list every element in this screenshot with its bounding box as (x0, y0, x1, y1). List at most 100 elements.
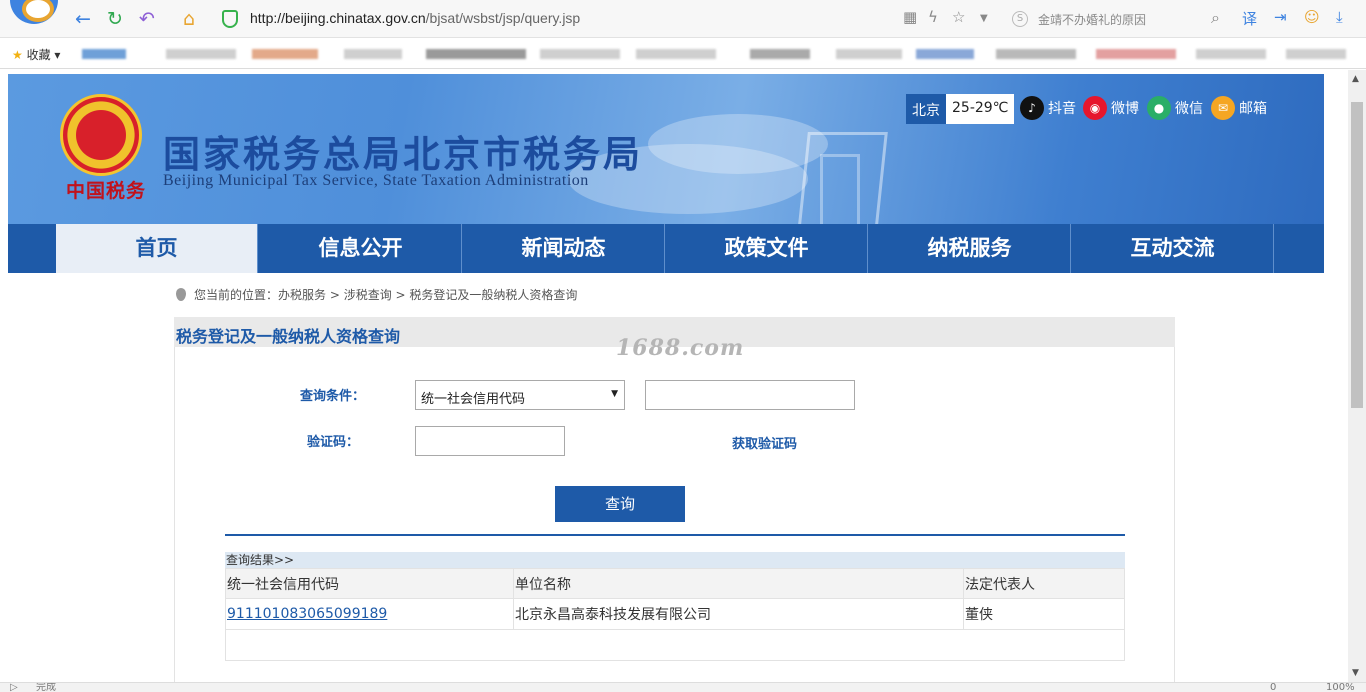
social-weibo-label: 微博 (1111, 101, 1139, 117)
status-text: 完成 (36, 682, 56, 692)
nav-item-info-public[interactable]: 信息公开 (260, 224, 462, 273)
status-bar: ▷ 完成 0 100% (0, 682, 1366, 692)
nav-item-policy[interactable]: 政策文件 (666, 224, 868, 273)
cell-company-name: 北京永昌高泰科技发展有限公司 (513, 598, 964, 630)
browser-logo-icon[interactable] (10, 0, 58, 24)
bookmark-item[interactable] (1096, 49, 1176, 59)
vertical-scrollbar[interactable]: ▲ ▼ (1348, 70, 1366, 682)
column-header: 法定代表人 (963, 568, 1125, 599)
breadcrumb-link[interactable]: 涉税查询 (344, 288, 392, 302)
address-bar[interactable]: http://beijing.chinatax.gov.cn/bjsat/wsb… (212, 8, 1002, 30)
cell-credit-code: 911101083065099189 (225, 598, 514, 630)
favorites-button[interactable]: ★ 收藏 ▾ (12, 46, 60, 63)
bookmark-item[interactable] (82, 49, 126, 59)
scroll-thumb[interactable] (1351, 102, 1363, 408)
condition-select[interactable]: 统一社会信用代码 ▼ (415, 380, 625, 410)
result-table: 统一社会信用代码 单位名称 法定代表人 911101083065099189 北… (225, 568, 1125, 661)
column-header: 统一社会信用代码 (225, 568, 514, 599)
condition-value-input[interactable] (645, 380, 855, 410)
undo-icon[interactable]: ↶ (136, 8, 158, 30)
secure-shield-icon (222, 10, 238, 28)
condition-select-value: 统一社会信用代码 (421, 392, 526, 407)
watermark: 1688.com (616, 335, 745, 361)
nav-item-tax-service[interactable]: 纳税服务 (869, 224, 1071, 273)
empty-cell (225, 629, 1125, 661)
bookmark-item[interactable] (836, 49, 902, 59)
emblem-text: 中国税务 (66, 180, 147, 202)
search-engine-icon: S (1012, 11, 1028, 27)
translate-icon[interactable]: 译 (1242, 8, 1257, 29)
bookmark-item[interactable] (426, 49, 526, 59)
breadcrumb: 您当前的位置：办税服务 > 涉税查询 > 税务登记及一般纳税人资格查询 (176, 286, 577, 303)
query-button[interactable]: 查询 (555, 486, 685, 522)
weather-widget: 北京 25-29℃ (906, 94, 1015, 124)
captcha-input[interactable] (415, 426, 565, 456)
bookmark-item[interactable] (750, 49, 810, 59)
emoji-icon[interactable]: ☺ (1304, 8, 1320, 26)
social-wechat-label: 微信 (1175, 101, 1203, 117)
browser-search-box[interactable]: S 金靖不办婚礼的原因 ⌕ (1008, 7, 1224, 31)
social-weibo[interactable]: ◉ 微博 (1083, 96, 1139, 120)
bookmark-item[interactable] (252, 49, 318, 59)
bookmark-item[interactable] (996, 49, 1076, 59)
bookmark-item[interactable] (344, 49, 402, 59)
refresh-icon[interactable]: ↻ (104, 8, 126, 30)
bookmark-item[interactable] (1196, 49, 1266, 59)
page-title: 税务登记及一般纳税人资格查询 (176, 327, 401, 346)
star-icon: ★ (12, 48, 23, 62)
dropdown-arrow-icon[interactable]: ▼ (980, 13, 988, 24)
social-mail[interactable]: ✉ 邮箱 (1211, 96, 1267, 120)
browser-toolbar: ← ↻ ↶ ⌂ http://beijing.chinatax.gov.cn/b… (0, 0, 1366, 38)
download-icon[interactable]: ⤓ (1336, 8, 1343, 26)
search-icon[interactable]: ⌕ (1211, 8, 1220, 28)
result-heading: 查询结果>> (225, 552, 1125, 568)
location-pin-icon (176, 288, 186, 301)
login-icon[interactable]: ⇥ (1274, 8, 1287, 26)
social-mail-label: 邮箱 (1239, 101, 1267, 117)
social-wechat[interactable]: ● 微信 (1147, 96, 1203, 120)
weibo-icon: ◉ (1083, 96, 1107, 120)
bookmark-item[interactable] (540, 49, 620, 59)
main-navigation: 首页 信息公开 新闻动态 政策文件 纳税服务 互动交流 (8, 224, 1324, 273)
cctv-tower-decoration (820, 154, 860, 224)
wechat-icon: ● (1147, 96, 1171, 120)
zoom-level[interactable]: 100% (1326, 683, 1355, 692)
favorites-label: 收藏 (26, 48, 51, 62)
column-header: 单位名称 (513, 568, 964, 599)
site-title: 国家税务总局北京市税务局 (163, 133, 643, 176)
mail-icon: ✉ (1211, 96, 1235, 120)
nav-item-news[interactable]: 新闻动态 (463, 224, 665, 273)
national-emblem-icon (60, 94, 142, 176)
cloud-decoration (648, 114, 828, 174)
bookmark-item[interactable] (916, 49, 974, 59)
nav-item-home[interactable]: 首页 (56, 224, 258, 273)
table-row (225, 629, 1125, 661)
captcha-label: 验证码： (307, 435, 360, 450)
site-banner: 中国税务 国家税务总局北京市税务局 Beijing Municipal Tax … (8, 74, 1324, 224)
home-icon[interactable]: ⌂ (178, 8, 200, 30)
back-arrow-icon[interactable]: ← (72, 8, 94, 30)
social-douyin[interactable]: ♪ 抖音 (1020, 96, 1076, 120)
bookmark-item[interactable] (1286, 49, 1346, 59)
star-bookmark-icon[interactable]: ☆ (952, 8, 965, 26)
breadcrumb-link[interactable]: 办税服务 (278, 288, 326, 302)
bookmark-item[interactable] (166, 49, 236, 59)
weather-temp: 25-29℃ (946, 94, 1015, 124)
table-header-row: 统一社会信用代码 单位名称 法定代表人 (225, 568, 1125, 599)
lightning-icon[interactable]: ϟ (928, 8, 938, 26)
cell-legal-rep: 董侠 (963, 598, 1125, 630)
credit-code-link[interactable]: 911101083065099189 (227, 606, 387, 622)
bookmark-item[interactable] (636, 49, 716, 59)
douyin-icon: ♪ (1020, 96, 1044, 120)
address-url: http://beijing.chinatax.gov.cn/bjsat/wsb… (250, 10, 581, 26)
scroll-up-icon[interactable]: ▲ (1352, 74, 1359, 84)
weather-city: 北京 (906, 94, 946, 124)
scroll-down-icon[interactable]: ▼ (1352, 668, 1359, 678)
browser-search-placeholder: 金靖不办婚礼的原因 (1038, 13, 1147, 27)
qr-grid-icon[interactable]: ▦ (903, 8, 917, 26)
table-row: 911101083065099189 北京永昌高泰科技发展有限公司 董侠 (225, 598, 1125, 630)
nav-item-interaction[interactable]: 互动交流 (1072, 224, 1274, 273)
get-captcha-link[interactable]: 获取验证码 (732, 433, 797, 452)
divider (225, 534, 1125, 536)
page-status-icon: ▷ (10, 682, 18, 692)
